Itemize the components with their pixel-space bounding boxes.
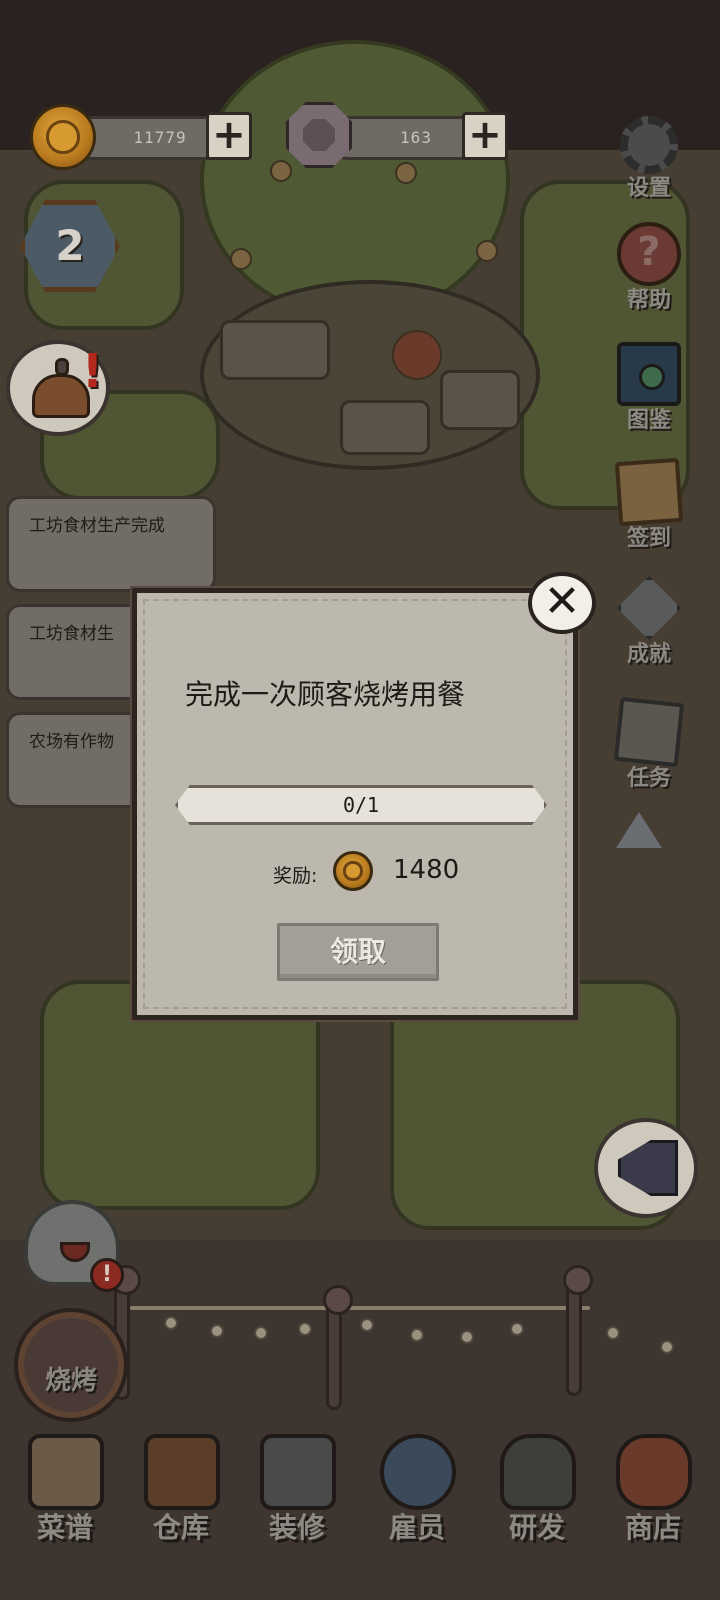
task-description: 完成一次顾客烧烤用餐 bbox=[185, 678, 466, 711]
reward-label: 奖励: bbox=[273, 865, 318, 887]
reward-amount: 1480 bbox=[393, 855, 460, 885]
claim-button[interactable]: 领取 bbox=[277, 923, 439, 981]
coin-icon bbox=[333, 851, 373, 891]
close-icon[interactable]: ✕ bbox=[528, 572, 596, 634]
progress-text: 0/1 bbox=[342, 793, 380, 817]
task-dialog: 完成一次顾客烧烤用餐 0/1 奖励: 1480 领取 bbox=[132, 588, 578, 1020]
